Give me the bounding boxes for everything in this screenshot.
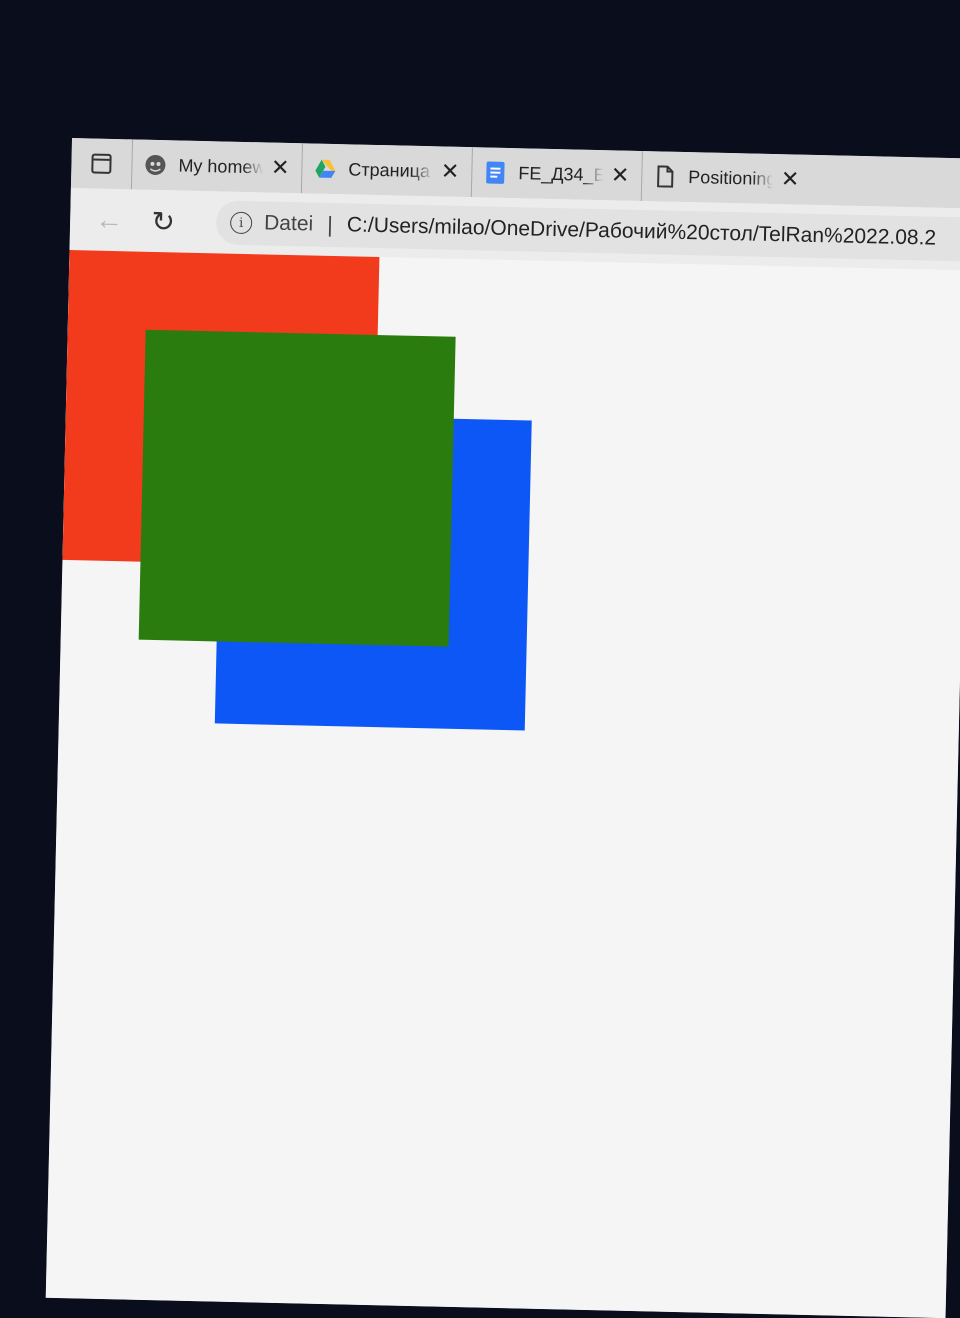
browser-window: My homework ✕ Страница на Google Диске ✕… bbox=[45, 138, 960, 1318]
file-scheme-label: Datei bbox=[263, 211, 314, 236]
google-drive-icon bbox=[314, 158, 336, 180]
google-docs-icon bbox=[484, 161, 506, 184]
info-icon[interactable]: i bbox=[229, 211, 253, 235]
address-bar[interactable]: i Datei | C:/Users/milao/OneDrive/Рабочи… bbox=[215, 200, 960, 262]
tab-google-docs[interactable]: FE_Д34_База ✕ bbox=[470, 147, 642, 201]
back-arrow-icon[interactable]: ← bbox=[82, 188, 137, 251]
tab-actions-icon bbox=[91, 153, 112, 174]
url-text[interactable]: C:/Users/milao/OneDrive/Рабочий%20стол/T… bbox=[347, 213, 937, 250]
close-tab-icon[interactable]: ✕ bbox=[781, 166, 800, 192]
tab-my-homework[interactable]: My homework ✕ bbox=[130, 139, 302, 194]
close-tab-icon[interactable]: ✕ bbox=[271, 155, 290, 181]
close-tab-icon[interactable]: ✕ bbox=[441, 158, 460, 184]
close-tab-icon[interactable]: ✕ bbox=[611, 162, 630, 188]
page-content bbox=[45, 250, 960, 1318]
tab-title: My homework bbox=[178, 154, 264, 178]
page-icon bbox=[654, 165, 676, 188]
tab-title: FE_Д34_База bbox=[518, 162, 604, 186]
tab-actions-button[interactable] bbox=[71, 138, 132, 189]
address-separator: | bbox=[326, 211, 334, 237]
tab-title: Positioning bbox=[688, 166, 774, 189]
tab-positioning[interactable]: Positioning ✕ bbox=[640, 150, 812, 205]
octocat-icon bbox=[144, 154, 166, 176]
tab-title: Страница на Google Диске bbox=[348, 158, 433, 182]
tab-google-drive[interactable]: Страница на Google Диске ✕ bbox=[300, 143, 472, 198]
reload-icon[interactable]: ↻ bbox=[135, 190, 190, 253]
green-box bbox=[138, 329, 456, 647]
laptop-screen: My homework ✕ Страница на Google Диске ✕… bbox=[0, 0, 960, 1318]
